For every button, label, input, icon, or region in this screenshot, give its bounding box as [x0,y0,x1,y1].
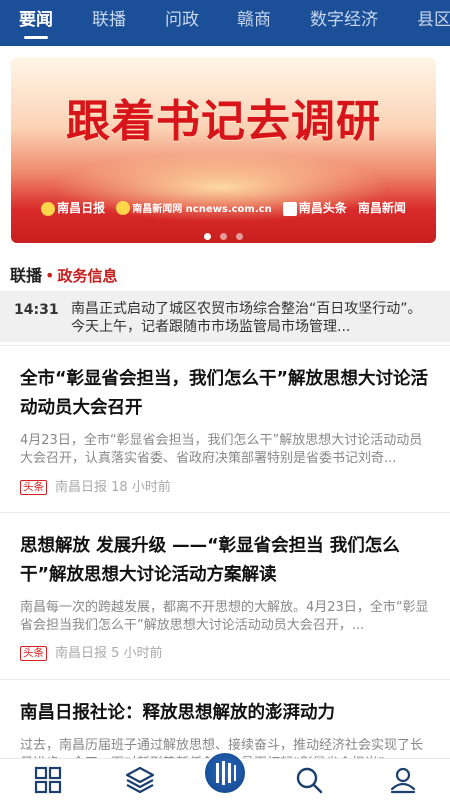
banner-logo-row: 南昌日报 南昌新闻网 ncnews.com.cn 南昌头条 南昌新闻 [11,197,436,216]
carousel-dot[interactable] [236,233,244,240]
tab-ganshang[interactable]: 赣商 [237,0,271,46]
section-subtitle[interactable]: 政务信息 [57,267,117,285]
article-source: 南昌日报 [55,480,108,495]
article-time: 18 小时前 [111,480,171,495]
tab-digital-economy[interactable]: 数字经济 [310,0,378,46]
article-time: 5 小时前 [111,646,163,661]
bird-logo-icon [41,201,56,216]
article-summary: 南昌每一次的跨越发展，都离不开思想的大解放。4月23日，全市“彰显省会担当我们怎… [20,600,429,633]
section-separator: • [45,266,55,285]
live-news-time: 14:31 [14,302,59,318]
bottom-tab-bar [0,751,450,800]
tab-county[interactable]: 县区 [417,0,450,46]
section-brand: 联播 [10,266,43,285]
live-news-text: 南昌正式启动了城区农贸市场综合整治“百日攻坚行动”。今天上午，记者跟随市市场监管… [71,301,422,335]
tab-lianbo[interactable]: 联播 [92,0,126,46]
article-source: 南昌日报 [55,646,108,661]
active-tab-indicator [24,36,48,39]
carousel-dot[interactable] [220,233,227,240]
swirl-logo-icon [116,201,131,216]
nc-logo-icon [282,201,297,216]
search-icon[interactable] [294,765,324,795]
article-title: 南昌日报社论：释放思想解放的澎湃动力 [20,703,335,723]
article-meta: 头条 南昌日报 5 小时前 [20,642,163,661]
grid-icon[interactable] [33,765,63,795]
user-icon[interactable] [388,765,418,795]
feature-banner[interactable]: 跟着书记去调研 南昌日报 南昌新闻网 ncnews.com.cn 南昌头条 南昌… [11,57,436,243]
banner-logo-nanchang-news: 南昌新闻 [357,201,406,215]
article-card[interactable]: 思想解放 发展升级 ——“彰显省会担当 我们怎么干”解放思想大讨论活动方案解读 … [0,512,450,677]
top-navigation: 要闻 联播 问政 赣商 数字经济 县区 [0,0,450,46]
layers-icon[interactable] [125,765,155,795]
home-logo-icon[interactable] [203,751,247,795]
carousel-indicator [11,225,436,243]
headline-tag: 头条 [20,646,47,661]
article-meta: 头条 南昌日报 18 小时前 [20,476,171,495]
tab-wenzheng[interactable]: 问政 [165,0,199,46]
banner-headline: 跟着书记去调研 [66,96,381,147]
banner-logo-nanchang-daily: 南昌日报 [41,199,105,216]
article-card[interactable]: 全市“彰显省会担当，我们怎么干”解放思想大讨论活动动员大会召开 4月23日，全市… [0,345,450,510]
banner-logo-ncnews: 南昌新闻网 ncnews.com.cn [116,200,272,216]
article-summary: 4月23日，全市“彰显省会担当，我们怎么干”解放思想大讨论活动动员大会召开，认真… [20,433,423,466]
carousel-dot[interactable] [203,233,211,240]
article-title: 全市“彰显省会担当，我们怎么干”解放思想大讨论活动动员大会召开 [20,369,429,418]
tab-yaowen[interactable]: 要闻 [19,0,53,46]
live-news-item[interactable]: 14:31 南昌正式启动了城区农贸市场综合整治“百日攻坚行动”。今天上午，记者跟… [0,291,450,342]
banner-logo-nanchang-toutiao: 南昌头条 [282,199,347,216]
article-title: 思想解放 发展升级 ——“彰显省会担当 我们怎么干”解放思想大讨论活动方案解读 [20,536,400,585]
section-header: 联播 • 政务信息 [10,262,117,286]
headline-tag: 头条 [20,480,47,495]
